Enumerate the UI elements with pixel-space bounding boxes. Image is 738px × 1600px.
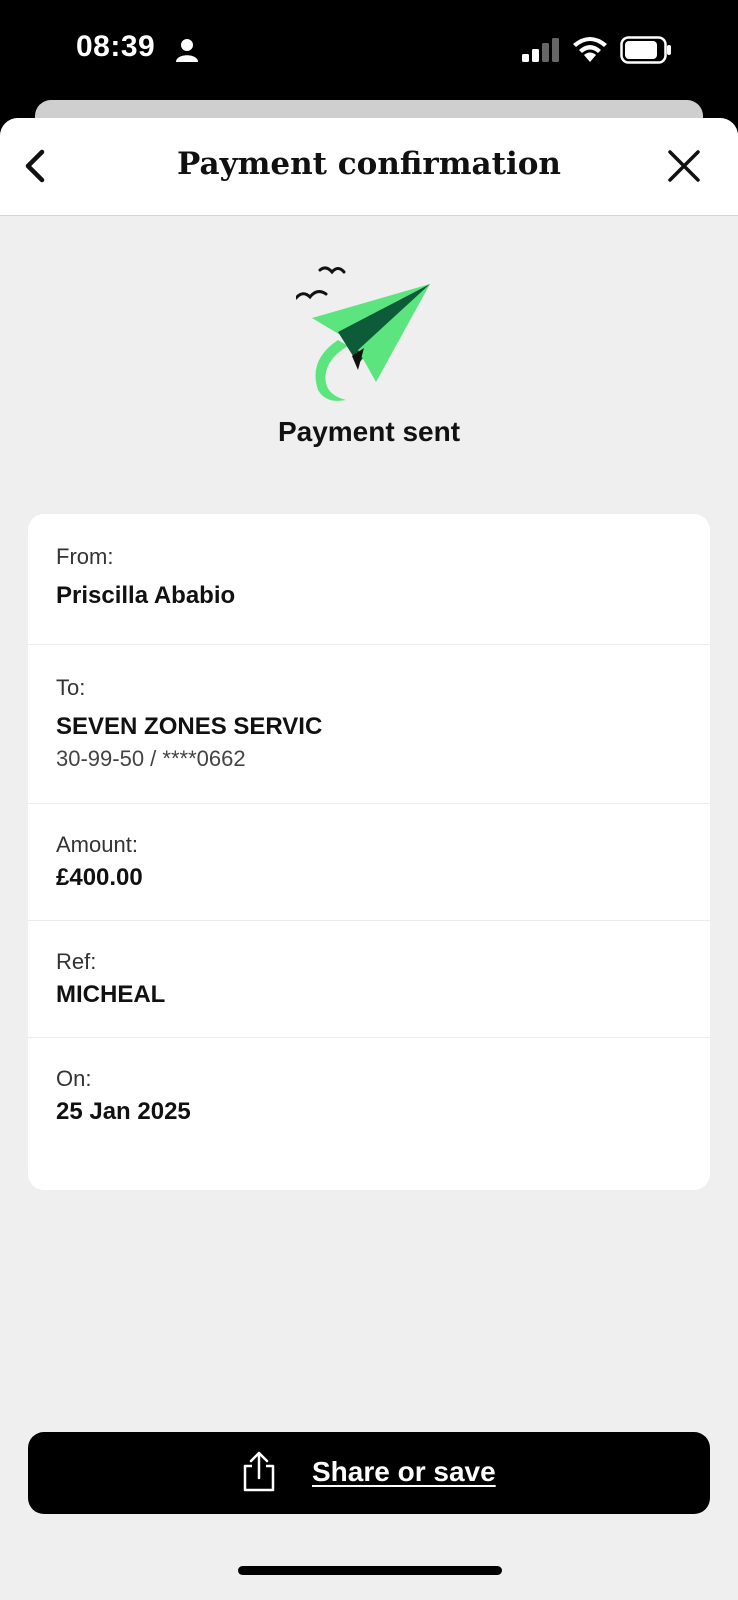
payment-sent-title: Payment sent bbox=[277, 416, 461, 447]
ref-label: Ref: bbox=[56, 949, 97, 974]
to-label: To: bbox=[56, 675, 86, 700]
date-row: On: 25 Jan 2025 bbox=[28, 1038, 710, 1190]
cellular-signal-icon bbox=[522, 38, 559, 62]
amount-row: Amount: £400.00 bbox=[28, 804, 710, 921]
to-value: SEVEN ZONES SERVIC bbox=[56, 713, 323, 740]
paper-plane-illustration bbox=[296, 266, 430, 401]
status-bar: 08:39 bbox=[0, 0, 738, 100]
payment-confirmation-sheet: Payment confirmation Payment sent From: … bbox=[0, 118, 738, 1600]
navigation-bar: Payment confirmation bbox=[0, 118, 738, 216]
share-icon bbox=[243, 1451, 275, 1492]
amount-label: Amount: bbox=[56, 832, 138, 857]
status-time: 08:39 bbox=[76, 30, 156, 63]
to-row: To: SEVEN ZONES SERVIC 30-99-50 / ****06… bbox=[28, 645, 710, 804]
share-or-save-button[interactable]: Share or save bbox=[28, 1432, 710, 1514]
share-or-save-label: Share or save bbox=[312, 1456, 496, 1487]
from-label: From: bbox=[56, 544, 114, 569]
close-icon[interactable] bbox=[664, 146, 704, 186]
wifi-icon bbox=[573, 37, 607, 62]
person-icon bbox=[176, 39, 198, 62]
ref-value: MICHEAL bbox=[56, 981, 166, 1008]
battery-icon bbox=[620, 36, 671, 64]
amount-value: £400.00 bbox=[56, 864, 143, 891]
date-value: 25 Jan 2025 bbox=[56, 1098, 191, 1125]
ref-row: Ref: MICHEAL bbox=[28, 921, 710, 1038]
date-label: On: bbox=[56, 1066, 92, 1091]
from-row: From: Priscilla Ababio bbox=[28, 514, 710, 645]
payment-details-card: From: Priscilla Ababio To: SEVEN ZONES S… bbox=[28, 514, 710, 1190]
from-value: Priscilla Ababio bbox=[56, 582, 236, 609]
to-account: 30-99-50 / ****0662 bbox=[56, 746, 246, 771]
home-indicator bbox=[238, 1566, 502, 1575]
page-title: Payment confirmation bbox=[177, 146, 561, 182]
